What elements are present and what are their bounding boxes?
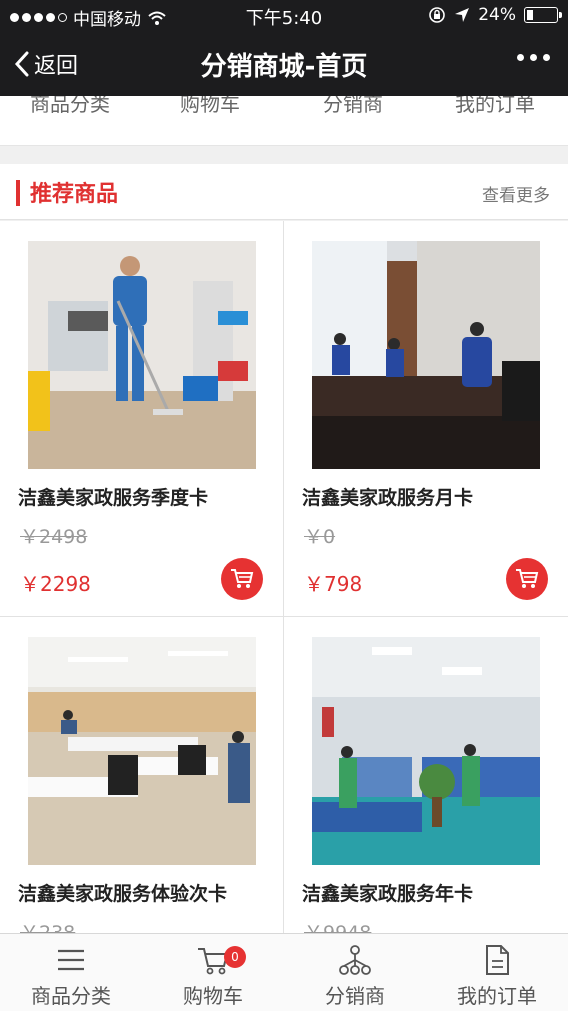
status-bar: 中国移动 下午5:40 24% xyxy=(0,0,568,32)
tab-label: 分销商 xyxy=(325,984,385,1008)
battery-icon xyxy=(524,7,562,23)
section-accent-bar xyxy=(16,180,20,206)
quick-menu-item-category[interactable]: 商品分类 xyxy=(30,96,110,117)
more-dot xyxy=(517,54,524,61)
top-bar: 中国移动 下午5:40 24% 返回 分销商城-首页 xyxy=(0,0,568,96)
tab-cart[interactable]: 0 购物车 xyxy=(142,934,284,1011)
product-grid: 洁鑫美家政服务季度卡 ￥2498 ￥2298 洁鑫美家政服务月卡 ￥0 ￥798… xyxy=(0,221,568,933)
quick-menu-item-cart[interactable]: 购物车 xyxy=(180,96,240,117)
section-title: 推荐商品 xyxy=(30,182,119,207)
more-dot xyxy=(530,54,537,61)
product-price: ￥798 xyxy=(304,572,363,596)
more-dot xyxy=(543,54,550,61)
product-name: 洁鑫美家政服务体验次卡 xyxy=(18,883,228,905)
page-title: 分销商城-首页 xyxy=(200,52,368,82)
tab-label: 商品分类 xyxy=(31,984,111,1008)
quick-menu-item-distributor[interactable]: 分销商 xyxy=(323,96,383,117)
cart-icon xyxy=(231,569,254,588)
battery-percent: 24% xyxy=(478,5,516,25)
product-name: 洁鑫美家政服务月卡 xyxy=(302,487,474,509)
tab-my-orders[interactable]: 我的订单 xyxy=(426,934,568,1011)
quick-menu-item-orders[interactable]: 我的订单 xyxy=(455,96,535,117)
product-image-office-cubicles[interactable] xyxy=(312,637,540,865)
quick-menu: 商品分类 购物车 分销商 我的订单 xyxy=(0,96,568,146)
order-document-icon xyxy=(486,945,509,975)
product-original-price: ￥2498 xyxy=(20,526,88,548)
product-card[interactable]: 洁鑫美家政服务年卡 ￥9948 xyxy=(284,617,568,933)
add-to-cart-button[interactable] xyxy=(221,558,263,600)
distributor-tree-icon xyxy=(339,945,371,975)
tab-label: 我的订单 xyxy=(457,984,537,1008)
status-right: 24% xyxy=(428,5,562,25)
product-name: 洁鑫美家政服务季度卡 xyxy=(18,487,209,509)
product-image-office-table-cleaning[interactable] xyxy=(312,241,540,469)
location-arrow-icon xyxy=(455,8,470,22)
menu-icon xyxy=(58,949,84,971)
product-original-price: ￥9948 xyxy=(304,922,372,933)
product-card[interactable]: 洁鑫美家政服务季度卡 ￥2498 ￥2298 xyxy=(0,221,284,617)
product-card[interactable]: 洁鑫美家政服务月卡 ￥0 ￥798 xyxy=(284,221,568,617)
see-more-link[interactable]: 查看更多 xyxy=(482,181,550,206)
tab-distributor[interactable]: 分销商 xyxy=(284,934,426,1011)
cart-icon xyxy=(516,569,539,588)
tab-category[interactable]: 商品分类 xyxy=(0,934,142,1011)
bottom-tab-bar: 商品分类 0 购物车 分销商 我的订单 xyxy=(0,933,568,1011)
product-card[interactable]: 洁鑫美家政服务体验次卡 ￥238 xyxy=(0,617,284,933)
more-options-button[interactable] xyxy=(517,54,550,61)
product-price: ￥2298 xyxy=(20,572,91,596)
product-image-cleaner-mopping[interactable] xyxy=(28,241,256,469)
product-name: 洁鑫美家政服务年卡 xyxy=(302,883,474,905)
product-image-office-desks[interactable] xyxy=(28,637,256,865)
cart-count-badge: 0 xyxy=(224,946,246,968)
add-to-cart-button[interactable] xyxy=(506,558,548,600)
rotation-lock-icon xyxy=(429,7,446,23)
nav-bar: 返回 分销商城-首页 xyxy=(0,32,568,96)
product-original-price: ￥238 xyxy=(20,922,76,933)
tab-label: 购物车 xyxy=(183,984,243,1008)
product-original-price: ￥0 xyxy=(304,526,336,548)
recommended-section-header: 推荐商品 查看更多 xyxy=(0,164,568,220)
